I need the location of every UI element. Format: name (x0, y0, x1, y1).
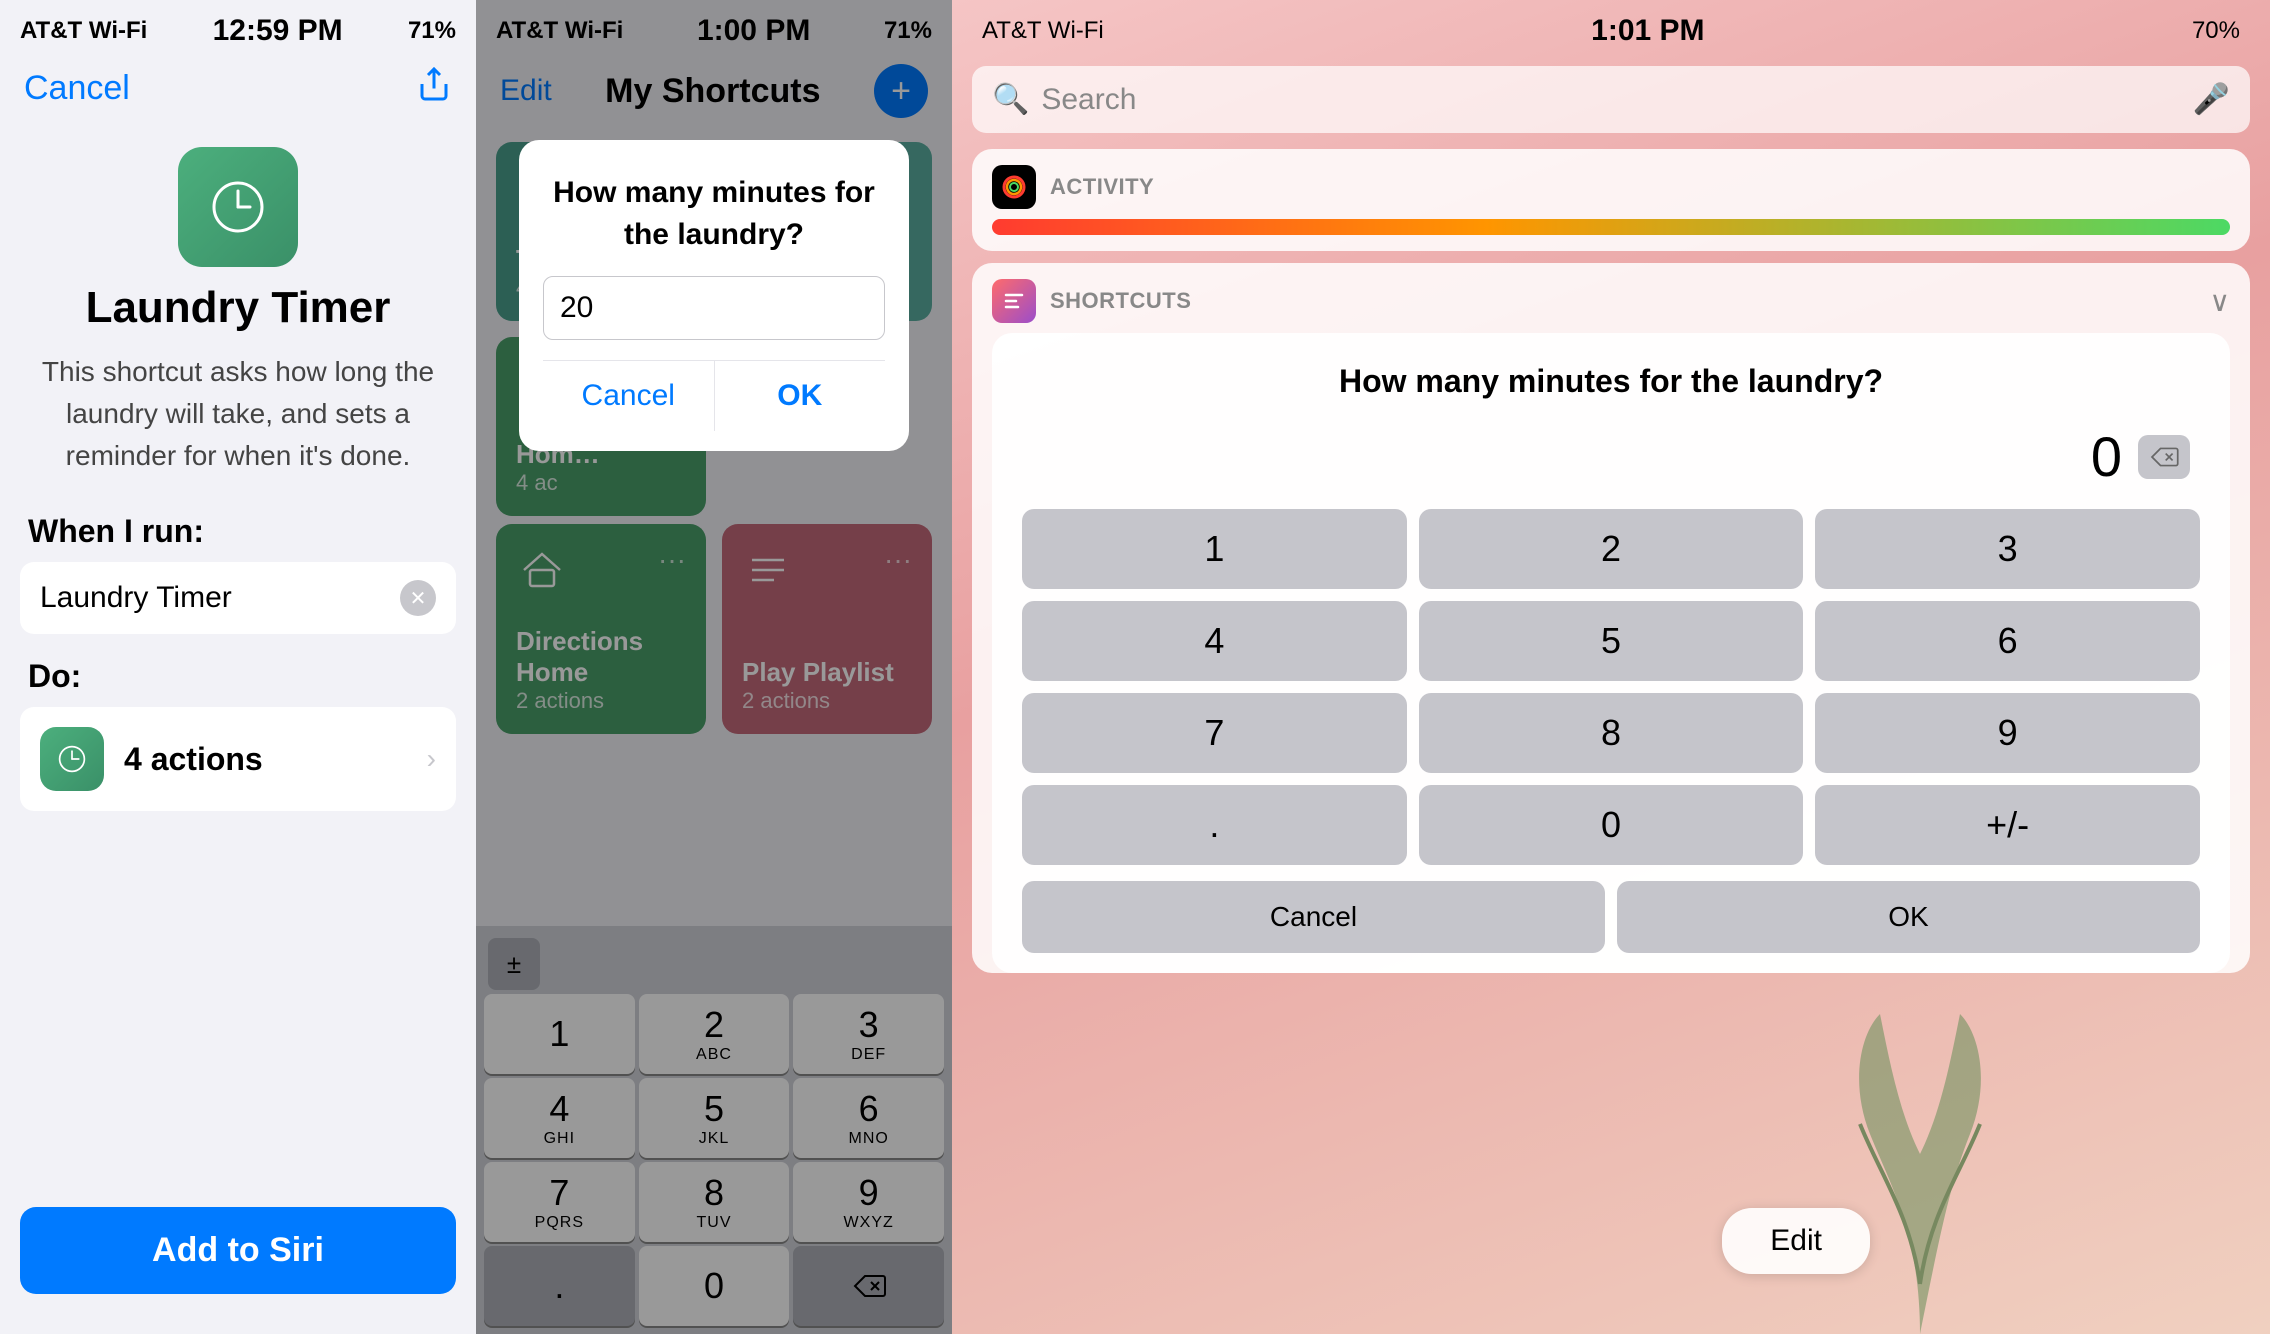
chevron-right-icon: › (427, 743, 436, 775)
time-panel1: 12:59 PM (213, 14, 343, 48)
cancel-button[interactable]: Cancel (24, 69, 130, 108)
laundry-number-display: 0 (2091, 424, 2122, 489)
laundry-delete-button[interactable] (2138, 435, 2190, 479)
app-icon-container (0, 147, 476, 267)
mini-key-7[interactable]: 7 (1022, 693, 1407, 773)
mini-key-8[interactable]: 8 (1419, 693, 1804, 773)
panel-laundry-timer: AT&T Wi-Fi 12:59 PM 71% Cancel Laundry T… (0, 0, 476, 1334)
laundry-dialog-title-widget: How many minutes for the laundry? (1022, 363, 2200, 400)
panel-my-shortcuts: AT&T Wi-Fi 1:00 PM 71% Edit My Shortcuts… (476, 0, 952, 1334)
mini-key-plusminus[interactable]: +/- (1815, 785, 2200, 865)
add-to-siri-button[interactable]: Add to Siri (20, 1207, 456, 1294)
status-bar-panel1: AT&T Wi-Fi 12:59 PM 71% (0, 0, 476, 56)
expand-button[interactable]: ∨ (2210, 285, 2231, 318)
dialog-overlay: How many minutes for the laundry? Cancel… (476, 0, 952, 1334)
dialog-cancel-button[interactable]: Cancel (543, 361, 715, 431)
laundry-display: 0 (1022, 424, 2200, 489)
shortcut-name-input[interactable]: Laundry Timer ✕ (20, 562, 456, 634)
battery-panel3: 70% (2192, 17, 2240, 45)
mini-key-0[interactable]: 0 (1419, 785, 1804, 865)
mini-key-9[interactable]: 9 (1815, 693, 2200, 773)
laundry-ok-button[interactable]: OK (1617, 881, 2200, 953)
search-placeholder: Search (1041, 83, 2180, 117)
laundry-dialog-buttons: Cancel OK (1022, 881, 2200, 953)
carrier-panel1: AT&T Wi-Fi (20, 17, 147, 45)
do-label: Do: (0, 658, 476, 707)
panel-widget: AT&T Wi-Fi 1:01 PM 70% 🔍 Search 🎤 ACTIVI… (952, 0, 2270, 1334)
laundry-dialog-widget: How many minutes for the laundry? 0 1 2 … (992, 333, 2230, 973)
dialog-buttons: Cancel OK (543, 360, 885, 431)
shortcuts-icon (992, 279, 1036, 323)
battery-panel1: 71% (408, 17, 456, 45)
actions-icon (40, 727, 104, 791)
mini-numpad: 1 2 3 4 5 6 7 8 9 . 0 +/- (1022, 509, 2200, 865)
mini-key-4[interactable]: 4 (1022, 601, 1407, 681)
panel1-nav: Cancel (0, 56, 476, 127)
app-title: Laundry Timer (0, 283, 476, 333)
laundry-cancel-button[interactable]: Cancel (1022, 881, 1605, 953)
app-description: This shortcut asks how long the laundry … (0, 351, 476, 477)
shortcuts-label: SHORTCUTS (1050, 288, 1191, 314)
carrier-panel3: AT&T Wi-Fi (982, 17, 1104, 45)
mic-icon[interactable]: 🎤 (2193, 82, 2230, 117)
activity-label: ACTIVITY (1050, 174, 1154, 200)
input-value: Laundry Timer (40, 581, 400, 615)
dialog-input[interactable] (543, 276, 885, 340)
share-button[interactable] (416, 66, 452, 111)
when-i-run-label: When I run: (0, 513, 476, 562)
add-to-siri-container: Add to Siri (20, 1207, 456, 1294)
search-bar[interactable]: 🔍 Search 🎤 (972, 66, 2250, 133)
status-bar-panel3: AT&T Wi-Fi 1:01 PM 70% (952, 0, 2270, 56)
mini-key-5[interactable]: 5 (1419, 601, 1804, 681)
mini-key-3[interactable]: 3 (1815, 509, 2200, 589)
shortcuts-widget: SHORTCUTS ∨ How many minutes for the lau… (972, 263, 2250, 973)
plant-decoration (1770, 934, 2070, 1334)
activity-widget-header: ACTIVITY (972, 149, 2250, 219)
actions-count: 4 actions (124, 741, 427, 778)
mini-key-dot[interactable]: . (1022, 785, 1407, 865)
dialog-ok-button[interactable]: OK (715, 361, 886, 431)
clear-icon[interactable]: ✕ (400, 580, 436, 616)
app-icon (178, 147, 298, 267)
shortcuts-widget-header: SHORTCUTS ∨ (972, 263, 2250, 333)
actions-row[interactable]: 4 actions › (20, 707, 456, 811)
edit-bottom-button[interactable]: Edit (1722, 1208, 1870, 1274)
mini-key-6[interactable]: 6 (1815, 601, 2200, 681)
dialog-box: How many minutes for the laundry? Cancel… (519, 140, 909, 451)
time-panel3: 1:01 PM (1591, 14, 1704, 48)
mini-key-1[interactable]: 1 (1022, 509, 1407, 589)
mini-key-2[interactable]: 2 (1419, 509, 1804, 589)
activity-icon (992, 165, 1036, 209)
activity-widget: ACTIVITY (972, 149, 2250, 251)
dialog-title: How many minutes for the laundry? (543, 172, 885, 256)
activity-bar (992, 219, 2230, 235)
search-icon: 🔍 (992, 82, 1029, 117)
